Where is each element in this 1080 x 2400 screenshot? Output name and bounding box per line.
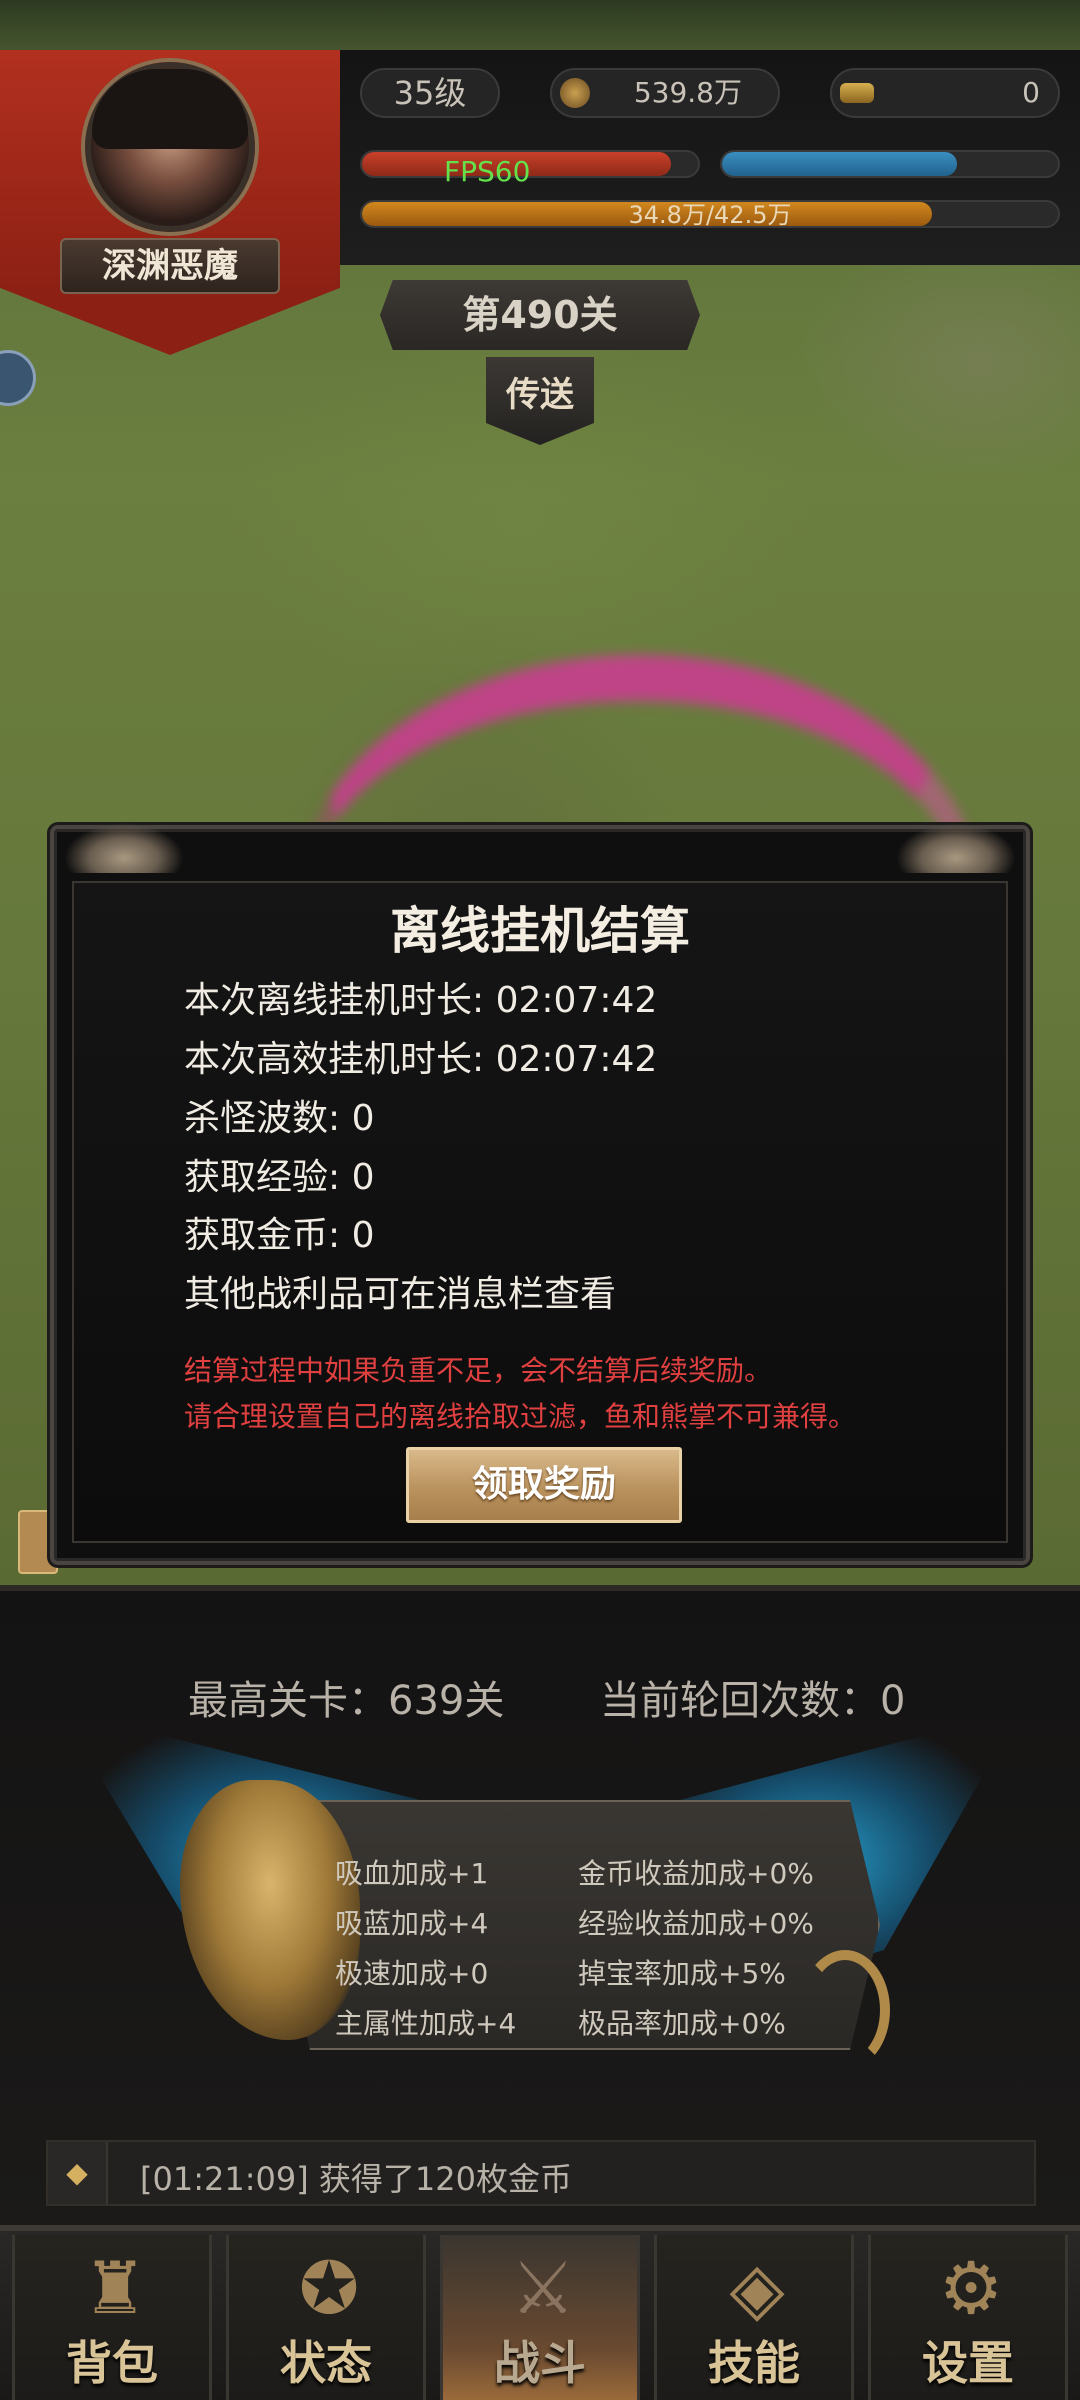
attr-haste: 极速加成+0 bbox=[335, 1957, 489, 1990]
attr-lifesteal: 吸血加成+1 bbox=[335, 1857, 489, 1890]
monster-waves: 杀怪波数: 0 bbox=[184, 1098, 375, 1139]
tab-label-status: 状态 bbox=[280, 2336, 372, 2390]
bag-icon: ♜ bbox=[82, 2246, 148, 2330]
status-icon: ✪ bbox=[298, 2246, 360, 2330]
attr-exp-bonus: 经验收益加成+0% bbox=[578, 1907, 814, 1940]
player-name: 深渊恶魔 bbox=[60, 238, 280, 294]
attr-gold-bonus: 金币收益加成+0% bbox=[578, 1857, 814, 1890]
skill-icon: ◈ bbox=[729, 2246, 785, 2330]
tab-label-settings: 设置 bbox=[922, 2336, 1014, 2390]
attr-rare-rate: 极品率加成+0% bbox=[578, 2007, 786, 2040]
xp-bar: 34.8万/42.5万 bbox=[360, 200, 1060, 228]
battle-icon: ⚔ bbox=[510, 2246, 576, 2330]
stage-label: 第490关 bbox=[380, 280, 700, 350]
offline-duration: 本次离线挂机时长: 02:07:42 bbox=[184, 980, 658, 1021]
claim-reward-button[interactable]: 领取奖励 bbox=[406, 1447, 682, 1523]
dialog-title: 离线挂机结算 bbox=[390, 902, 690, 960]
attr-drop-rate: 掉宝率加成+5% bbox=[578, 1957, 786, 1990]
max-stage: 最高关卡：639关 bbox=[188, 1678, 505, 1724]
attr-main-stat: 主属性加成+4 bbox=[335, 2007, 517, 2040]
tab-label-battle: 战斗 bbox=[494, 2336, 586, 2390]
level-badge: 35级 bbox=[360, 68, 500, 118]
attr-manasteal: 吸蓝加成+4 bbox=[335, 1907, 489, 1940]
gold-gained: 获取金币: 0 bbox=[184, 1215, 375, 1256]
corner-ornament-left bbox=[64, 823, 184, 873]
efficient-duration: 本次高效挂机时长: 02:07:42 bbox=[184, 1039, 658, 1080]
tab-skill[interactable]: ◈ 技能 bbox=[654, 2235, 854, 2400]
ingot-value: 0 bbox=[1022, 76, 1040, 109]
tab-settings[interactable]: ⚙ 设置 bbox=[868, 2235, 1068, 2400]
tab-bag[interactable]: ♜ 背包 bbox=[12, 2235, 212, 2400]
loot-note: 其他战利品可在消息栏查看 bbox=[184, 1274, 617, 1315]
tab-status[interactable]: ✪ 状态 bbox=[226, 2235, 426, 2400]
warning-filter: 请合理设置自己的离线拾取过滤，鱼和熊掌不可兼得。 bbox=[184, 1400, 857, 1433]
corner-ornament-right bbox=[896, 823, 1016, 873]
exp-gained: 获取经验: 0 bbox=[184, 1157, 375, 1198]
tab-label-skill: 技能 bbox=[708, 2336, 800, 2390]
mp-fill bbox=[722, 152, 958, 176]
xp-text: 34.8万/42.5万 bbox=[628, 201, 792, 228]
gold-counter: 539.8万 bbox=[550, 68, 780, 118]
gold-value: 539.8万 bbox=[633, 76, 742, 109]
dragon-tail-ornament bbox=[800, 1950, 890, 2070]
message-log[interactable]: ◆ [01:21:09] 获得了120枚金币 bbox=[46, 2140, 1036, 2206]
fps-readout: FPS60 bbox=[444, 155, 531, 188]
rebirth-count: 当前轮回次数：0 bbox=[600, 1678, 906, 1724]
offline-settlement-dialog: 离线挂机结算 本次离线挂机时长: 02:07:42 本次高效挂机时长: 02:0… bbox=[50, 823, 1030, 1565]
tab-battle[interactable]: ⚔ 战斗 bbox=[440, 2235, 640, 2400]
tab-label-bag: 背包 bbox=[66, 2336, 158, 2390]
gold-coin-icon bbox=[560, 78, 590, 108]
log-message: [01:21:09] 获得了120枚金币 bbox=[140, 2160, 572, 2198]
mp-bar bbox=[720, 150, 1060, 178]
warning-weight: 结算过程中如果负重不足，会不结算后续奖励。 bbox=[184, 1354, 773, 1387]
ingot-counter: 0 bbox=[830, 68, 1060, 118]
gear-icon: ⚙ bbox=[938, 2246, 1004, 2330]
log-arrow-icon[interactable]: ◆ bbox=[48, 2142, 108, 2204]
ingot-icon bbox=[840, 83, 874, 103]
